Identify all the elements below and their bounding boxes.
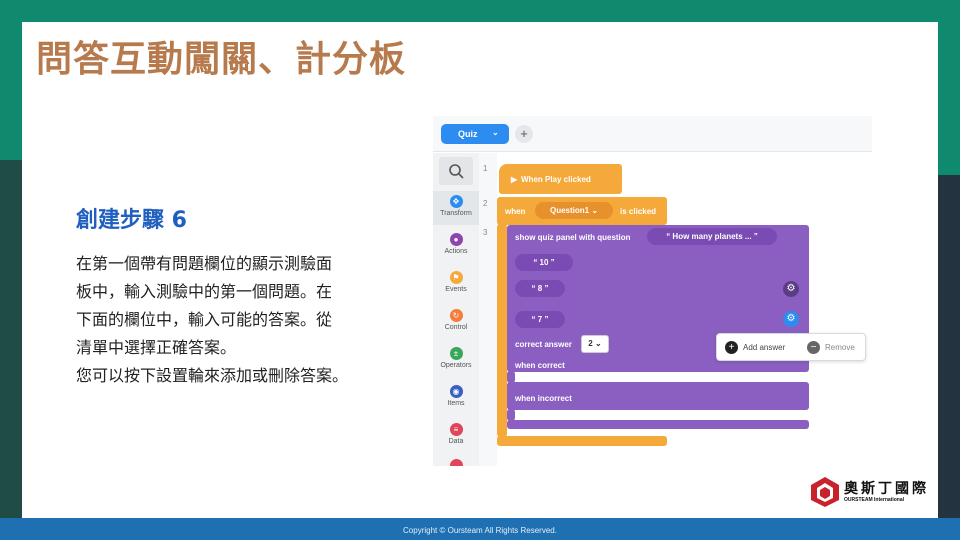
step-description: 在第一個帶有問題欄位的顯示測驗面 板中，輸入測驗中的第一個問題。在 下面的欄位中… <box>76 250 416 390</box>
step-title: 創建步驟 6 <box>76 208 187 233</box>
palette-category-events[interactable]: ⚑ Events <box>433 271 479 293</box>
logo-chinese-text: 奧斯丁國際 <box>844 481 929 497</box>
editor-screenshot: Quiz ⌄ + ✥ Transform ● Actions ⚑ Events … <box>433 116 872 466</box>
tab-quiz[interactable]: Quiz ⌄ <box>441 124 509 144</box>
remove-answer-icon[interactable]: − <box>807 341 820 354</box>
transform-icon: ✥ <box>449 195 463 208</box>
when-incorrect-section: when incorrect <box>507 382 809 410</box>
when-incorrect-label: when incorrect <box>515 394 572 403</box>
line-number: 3 <box>483 228 488 237</box>
control-icon: ↻ <box>449 309 463 322</box>
editor-tab-bar: Quiz ⌄ + <box>433 116 872 152</box>
line-number-gutter <box>479 153 497 466</box>
palette-category-partial <box>433 459 479 466</box>
add-tab-button[interactable]: + <box>515 125 533 143</box>
when-object-clicked-block[interactable]: when Question1 ⌄ is clicked <box>497 197 667 225</box>
description-line: 在第一個帶有問題欄位的顯示測驗面 <box>76 254 333 273</box>
line-number: 2 <box>483 199 488 208</box>
data-icon: ≡ <box>449 423 463 436</box>
chevron-down-icon: ⌄ <box>492 128 499 137</box>
c-block-arm <box>497 224 507 437</box>
slide-top-band <box>0 0 960 22</box>
slide-title: 問答互動闖關、計分板 <box>36 39 407 80</box>
palette-label: Items <box>447 400 465 407</box>
operators-icon: ± <box>449 347 463 360</box>
description-line: 下面的欄位中，輸入可能的答案。從 <box>76 310 333 329</box>
palette-category-data[interactable]: ≡ Data <box>433 423 479 445</box>
line-number: 1 <box>483 164 488 173</box>
copyright-text: Copyright © Oursteam All Rights Reserved… <box>403 526 557 535</box>
palette-category-items[interactable]: ◉ Items <box>433 385 479 407</box>
palette-category-operators[interactable]: ± Operators <box>433 347 479 369</box>
play-icon: ▶ <box>511 175 518 184</box>
when-correct-label: when correct <box>515 361 565 370</box>
when-label: when <box>505 207 526 216</box>
correct-answer-label: correct answer <box>515 340 572 349</box>
answer-field[interactable]: “ 7 ” <box>515 311 565 328</box>
oursteam-logo: 奧斯丁國際 OURSTEAM International <box>810 474 934 510</box>
answer-options-popup: + Add answer − Remove <box>716 333 866 361</box>
event-label: When Play clicked <box>521 175 591 184</box>
search-icon <box>449 164 464 179</box>
palette-label: Operators <box>440 362 472 369</box>
quote-close: ” <box>751 232 758 241</box>
gear-icon[interactable]: ⚙ <box>783 281 799 297</box>
tab-quiz-label: Quiz <box>458 129 478 139</box>
palette-category-control[interactable]: ↻ Control <box>433 309 479 331</box>
slide-right-dark-band <box>938 175 960 520</box>
palette-category-transform[interactable]: ✥ Transform <box>433 191 479 225</box>
show-quiz-label: show quiz panel with question <box>515 233 631 242</box>
palette-label: Control <box>444 324 468 331</box>
description-line: 板中，輸入測驗中的第一個問題。在 <box>76 282 333 301</box>
block-palette: ✥ Transform ● Actions ⚑ Events ↻ Control… <box>433 153 479 466</box>
question-field[interactable]: “ How many planets ... ” <box>647 228 777 245</box>
oursteam-logo-icon <box>811 477 839 507</box>
palette-label: Data <box>448 438 464 445</box>
items-icon: ◉ <box>449 385 463 398</box>
chevron-down-icon: ⌄ <box>592 339 602 348</box>
slide-left-dark-band <box>0 160 22 520</box>
correct-answer-dropdown[interactable]: 2 ⌄ <box>581 335 609 353</box>
description-line: 您可以按下設置輪來添加或刪除答案。 <box>76 366 349 385</box>
is-clicked-label: is clicked <box>620 207 657 216</box>
flag-icon: ⚑ <box>449 271 463 284</box>
palette-partial-icon <box>449 459 463 466</box>
palette-label: Actions <box>444 248 468 255</box>
palette-label: Transform <box>440 210 472 217</box>
palette-category-actions[interactable]: ● Actions <box>433 233 479 255</box>
gear-icon[interactable]: ⚙ <box>783 311 799 327</box>
c-block-foot <box>497 436 667 446</box>
when-play-clicked-block[interactable]: ▶ When Play clicked <box>499 164 622 194</box>
add-answer-button[interactable]: Add answer <box>743 343 785 352</box>
object-name: Question1 <box>549 206 590 215</box>
answer-field[interactable]: “ 8 ” <box>515 280 565 297</box>
object-dropdown[interactable]: Question1 ⌄ <box>535 202 613 219</box>
chevron-down-icon: ⌄ <box>591 206 599 215</box>
logo-english-text: OURSTEAM International <box>844 497 905 503</box>
palette-label: Events <box>445 286 467 293</box>
eye-icon: ● <box>449 233 463 246</box>
footer-bar: Copyright © Oursteam All Rights Reserved… <box>0 518 960 540</box>
remove-answer-button[interactable]: Remove <box>825 343 855 352</box>
question-text: How many planets ... <box>672 232 752 241</box>
palette-search-button[interactable] <box>439 157 473 185</box>
add-answer-icon[interactable]: + <box>725 341 738 354</box>
answer-field[interactable]: “ 10 ” <box>515 254 573 271</box>
description-line: 清單中選擇正確答案。 <box>76 338 237 357</box>
quiz-block-foot <box>507 420 809 429</box>
